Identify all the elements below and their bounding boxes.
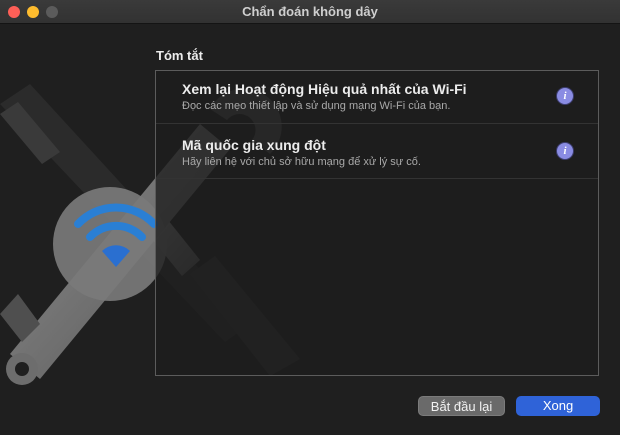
wifi-icon bbox=[53, 187, 167, 301]
summary-list: Xem lại Hoạt động Hiệu quả nhất của Wi-F… bbox=[155, 70, 599, 376]
title-bar: Chẩn đoán không dây bbox=[0, 0, 620, 24]
item-description: Hãy liên hệ với chủ sở hữu mạng để xử lý… bbox=[182, 156, 421, 168]
summary-heading: Tóm tắt bbox=[156, 48, 203, 63]
list-item[interactable]: Xem lại Hoạt động Hiệu quả nhất của Wi-F… bbox=[156, 71, 598, 124]
restart-button[interactable]: Bắt đầu lại bbox=[418, 396, 505, 416]
item-title: Xem lại Hoạt động Hiệu quả nhất của Wi-F… bbox=[182, 81, 467, 97]
info-icon[interactable]: i bbox=[556, 87, 574, 105]
done-button[interactable]: Xong bbox=[516, 396, 600, 416]
window-title: Chẩn đoán không dây bbox=[242, 4, 378, 19]
info-icon[interactable]: i bbox=[556, 142, 574, 160]
item-description: Đọc các mẹo thiết lập và sử dụng mạng Wi… bbox=[182, 100, 451, 112]
item-title: Mã quốc gia xung đột bbox=[182, 137, 326, 153]
list-item[interactable]: Mã quốc gia xung đột Hãy liên hệ với chủ… bbox=[156, 124, 598, 179]
wireless-diagnostics-window: Chẩn đoán không dây Tóm tắt Xem lại Hoạt… bbox=[0, 0, 620, 435]
